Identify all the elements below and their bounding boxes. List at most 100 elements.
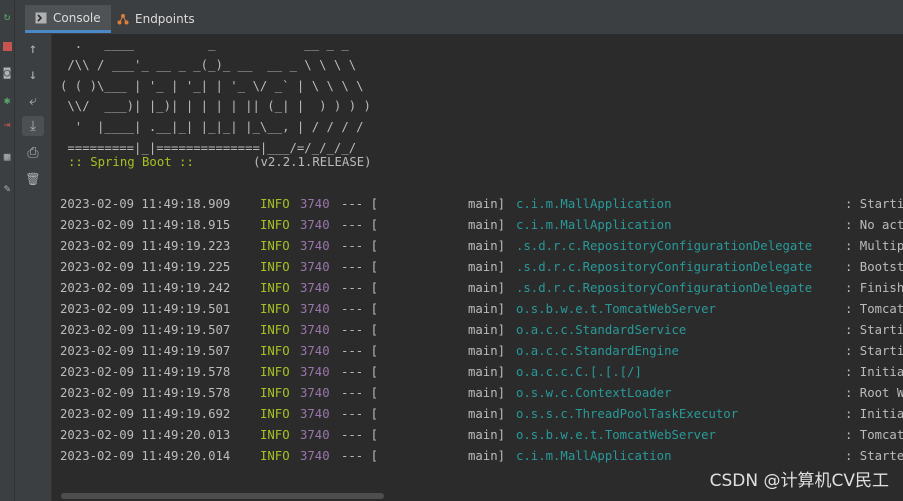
log-separator: --- [ xyxy=(341,449,379,463)
log-timestamp: 2023-02-09 11:49:19.507 xyxy=(60,323,231,337)
log-pid: 3740 xyxy=(300,260,330,274)
log-separator: --- [ xyxy=(341,386,379,400)
soft-wrap-icon[interactable]: ⤶ xyxy=(22,91,44,111)
log-pid: 3740 xyxy=(300,239,330,253)
log-message: : Starte xyxy=(845,449,903,463)
banner-line: /\\ / ___'_ __ _ _(_)_ __ __ _ \ \ \ \ xyxy=(60,57,357,72)
log-separator: --- [ xyxy=(341,197,379,211)
log-message: : Finish xyxy=(845,281,903,295)
log-logger: o.s.b.w.e.t.TomcatWebServer xyxy=(516,428,716,442)
spring-boot-version: (v2.2.1.RELEASE) xyxy=(253,155,372,169)
console-toolbar: ↑ ↓ ⤶ ⤓ ⎙ 🗑 xyxy=(15,34,52,501)
log-level: INFO xyxy=(260,407,290,421)
log-thread: main] xyxy=(468,407,506,421)
log-level: INFO xyxy=(260,239,290,253)
layout-icon[interactable]: ▦ xyxy=(0,150,14,164)
log-pid: 3740 xyxy=(300,386,330,400)
log-pid: 3740 xyxy=(300,428,330,442)
log-separator: --- [ xyxy=(341,323,379,337)
log-timestamp: 2023-02-09 11:49:19.578 xyxy=(60,365,231,379)
log-thread: main] xyxy=(468,260,506,274)
pin-icon[interactable]: ✎ xyxy=(0,182,14,196)
log-separator: --- [ xyxy=(341,428,379,442)
log-logger: c.i.m.MallApplication xyxy=(516,449,672,463)
tab-console-label: Console xyxy=(53,10,101,25)
log-pid: 3740 xyxy=(300,281,330,295)
debug-icon[interactable]: ✱ xyxy=(0,94,14,108)
scroll-to-end-icon[interactable]: ⤓ xyxy=(22,116,44,136)
down-arrow-icon[interactable]: ↓ xyxy=(22,65,44,85)
stop-icon[interactable] xyxy=(0,40,14,54)
log-thread: main] xyxy=(468,239,506,253)
console-output[interactable]: . ____ _ __ _ _ /\\ / ___'_ __ _ _(_)_ _… xyxy=(52,34,903,501)
banner-line: ( ( )\___ | '_ | '_| | '_ \/ _` | \ \ \ … xyxy=(60,78,364,93)
log-separator: --- [ xyxy=(341,218,379,232)
spring-boot-label: :: Spring Boot :: xyxy=(68,155,194,169)
log-timestamp: 2023-02-09 11:49:18.909 xyxy=(60,197,231,211)
endpoints-icon xyxy=(117,13,129,25)
banner-line: \\/ ___)| |_)| | | | | || (_| | ) ) ) ) xyxy=(60,99,371,114)
log-message: : Starti xyxy=(845,344,903,358)
log-pid: 3740 xyxy=(300,365,330,379)
log-separator: --- [ xyxy=(341,281,379,295)
log-level: INFO xyxy=(260,302,290,316)
log-level: INFO xyxy=(260,323,290,337)
tab-console[interactable]: Console xyxy=(25,5,111,33)
log-message: : Tomcat xyxy=(845,428,903,442)
log-thread: main] xyxy=(468,449,506,463)
horizontal-scrollbar[interactable] xyxy=(61,493,384,499)
watermark: CSDN @计算机CV民工 xyxy=(709,471,889,491)
log-pid: 3740 xyxy=(300,323,330,337)
log-timestamp: 2023-02-09 11:49:20.013 xyxy=(60,428,231,442)
log-message: : Root W xyxy=(845,386,903,400)
log-thread: main] xyxy=(468,386,506,400)
log-thread: main] xyxy=(468,302,506,316)
log-timestamp: 2023-02-09 11:49:19.578 xyxy=(60,386,231,400)
log-message: : Startin xyxy=(845,197,903,211)
log-level: INFO xyxy=(260,449,290,463)
log-separator: --- [ xyxy=(341,344,379,358)
log-separator: --- [ xyxy=(341,239,379,253)
log-timestamp: 2023-02-09 11:49:19.242 xyxy=(60,281,231,295)
log-pid: 3740 xyxy=(300,218,330,232)
banner-line: ' |____| .__|_| |_|_| |_\__, | / / / / xyxy=(60,120,364,135)
left-action-strip: ↻ ◙ ✱ ⇥ ▦ ✎ xyxy=(0,0,15,501)
log-pid: 3740 xyxy=(300,449,330,463)
log-pid: 3740 xyxy=(300,344,330,358)
exit-icon[interactable]: ⇥ xyxy=(0,118,14,132)
log-separator: --- [ xyxy=(341,260,379,274)
log-separator: --- [ xyxy=(341,365,379,379)
log-pid: 3740 xyxy=(300,302,330,316)
log-thread: main] xyxy=(468,197,506,211)
log-timestamp: 2023-02-09 11:49:19.501 xyxy=(60,302,231,316)
log-level: INFO xyxy=(260,197,290,211)
log-logger: o.s.b.w.e.t.TomcatWebServer xyxy=(516,302,716,316)
log-message: : Initia xyxy=(845,365,903,379)
log-logger: .s.d.r.c.RepositoryConfigurationDelegate xyxy=(516,281,813,295)
spring-boot-version-line: :: Spring Boot :: (v2.2.1.RELEASE) xyxy=(68,152,372,173)
log-logger: c.i.m.MallApplication xyxy=(516,218,672,232)
log-level: INFO xyxy=(260,218,290,232)
log-message: : Tomcat xyxy=(845,302,903,316)
log-timestamp: 2023-02-09 11:49:19.225 xyxy=(60,260,231,274)
log-timestamp: 2023-02-09 11:49:18.915 xyxy=(60,218,231,232)
print-icon[interactable]: ⎙ xyxy=(22,143,44,163)
log-thread: main] xyxy=(468,428,506,442)
log-message: : Bootst xyxy=(845,260,903,274)
trash-icon[interactable]: 🗑 xyxy=(22,169,44,189)
log-thread: main] xyxy=(468,344,506,358)
log-logger: c.i.m.MallApplication xyxy=(516,197,672,211)
tab-endpoints[interactable]: Endpoints xyxy=(107,5,205,33)
rerun-icon[interactable]: ↻ xyxy=(0,10,14,24)
tool-window-tabs: Console Endpoints xyxy=(15,0,903,35)
log-level: INFO xyxy=(260,386,290,400)
tab-endpoints-label: Endpoints xyxy=(135,12,195,26)
up-arrow-icon[interactable]: ↑ xyxy=(22,39,44,59)
log-level: INFO xyxy=(260,344,290,358)
log-logger: o.a.c.c.C.[.[.[/] xyxy=(516,365,642,379)
log-thread: main] xyxy=(468,365,506,379)
banner-line: . ____ _ __ _ _ xyxy=(60,37,349,51)
camera-icon[interactable]: ◙ xyxy=(0,66,14,80)
console-icon xyxy=(35,12,47,24)
log-separator: --- [ xyxy=(341,407,379,421)
